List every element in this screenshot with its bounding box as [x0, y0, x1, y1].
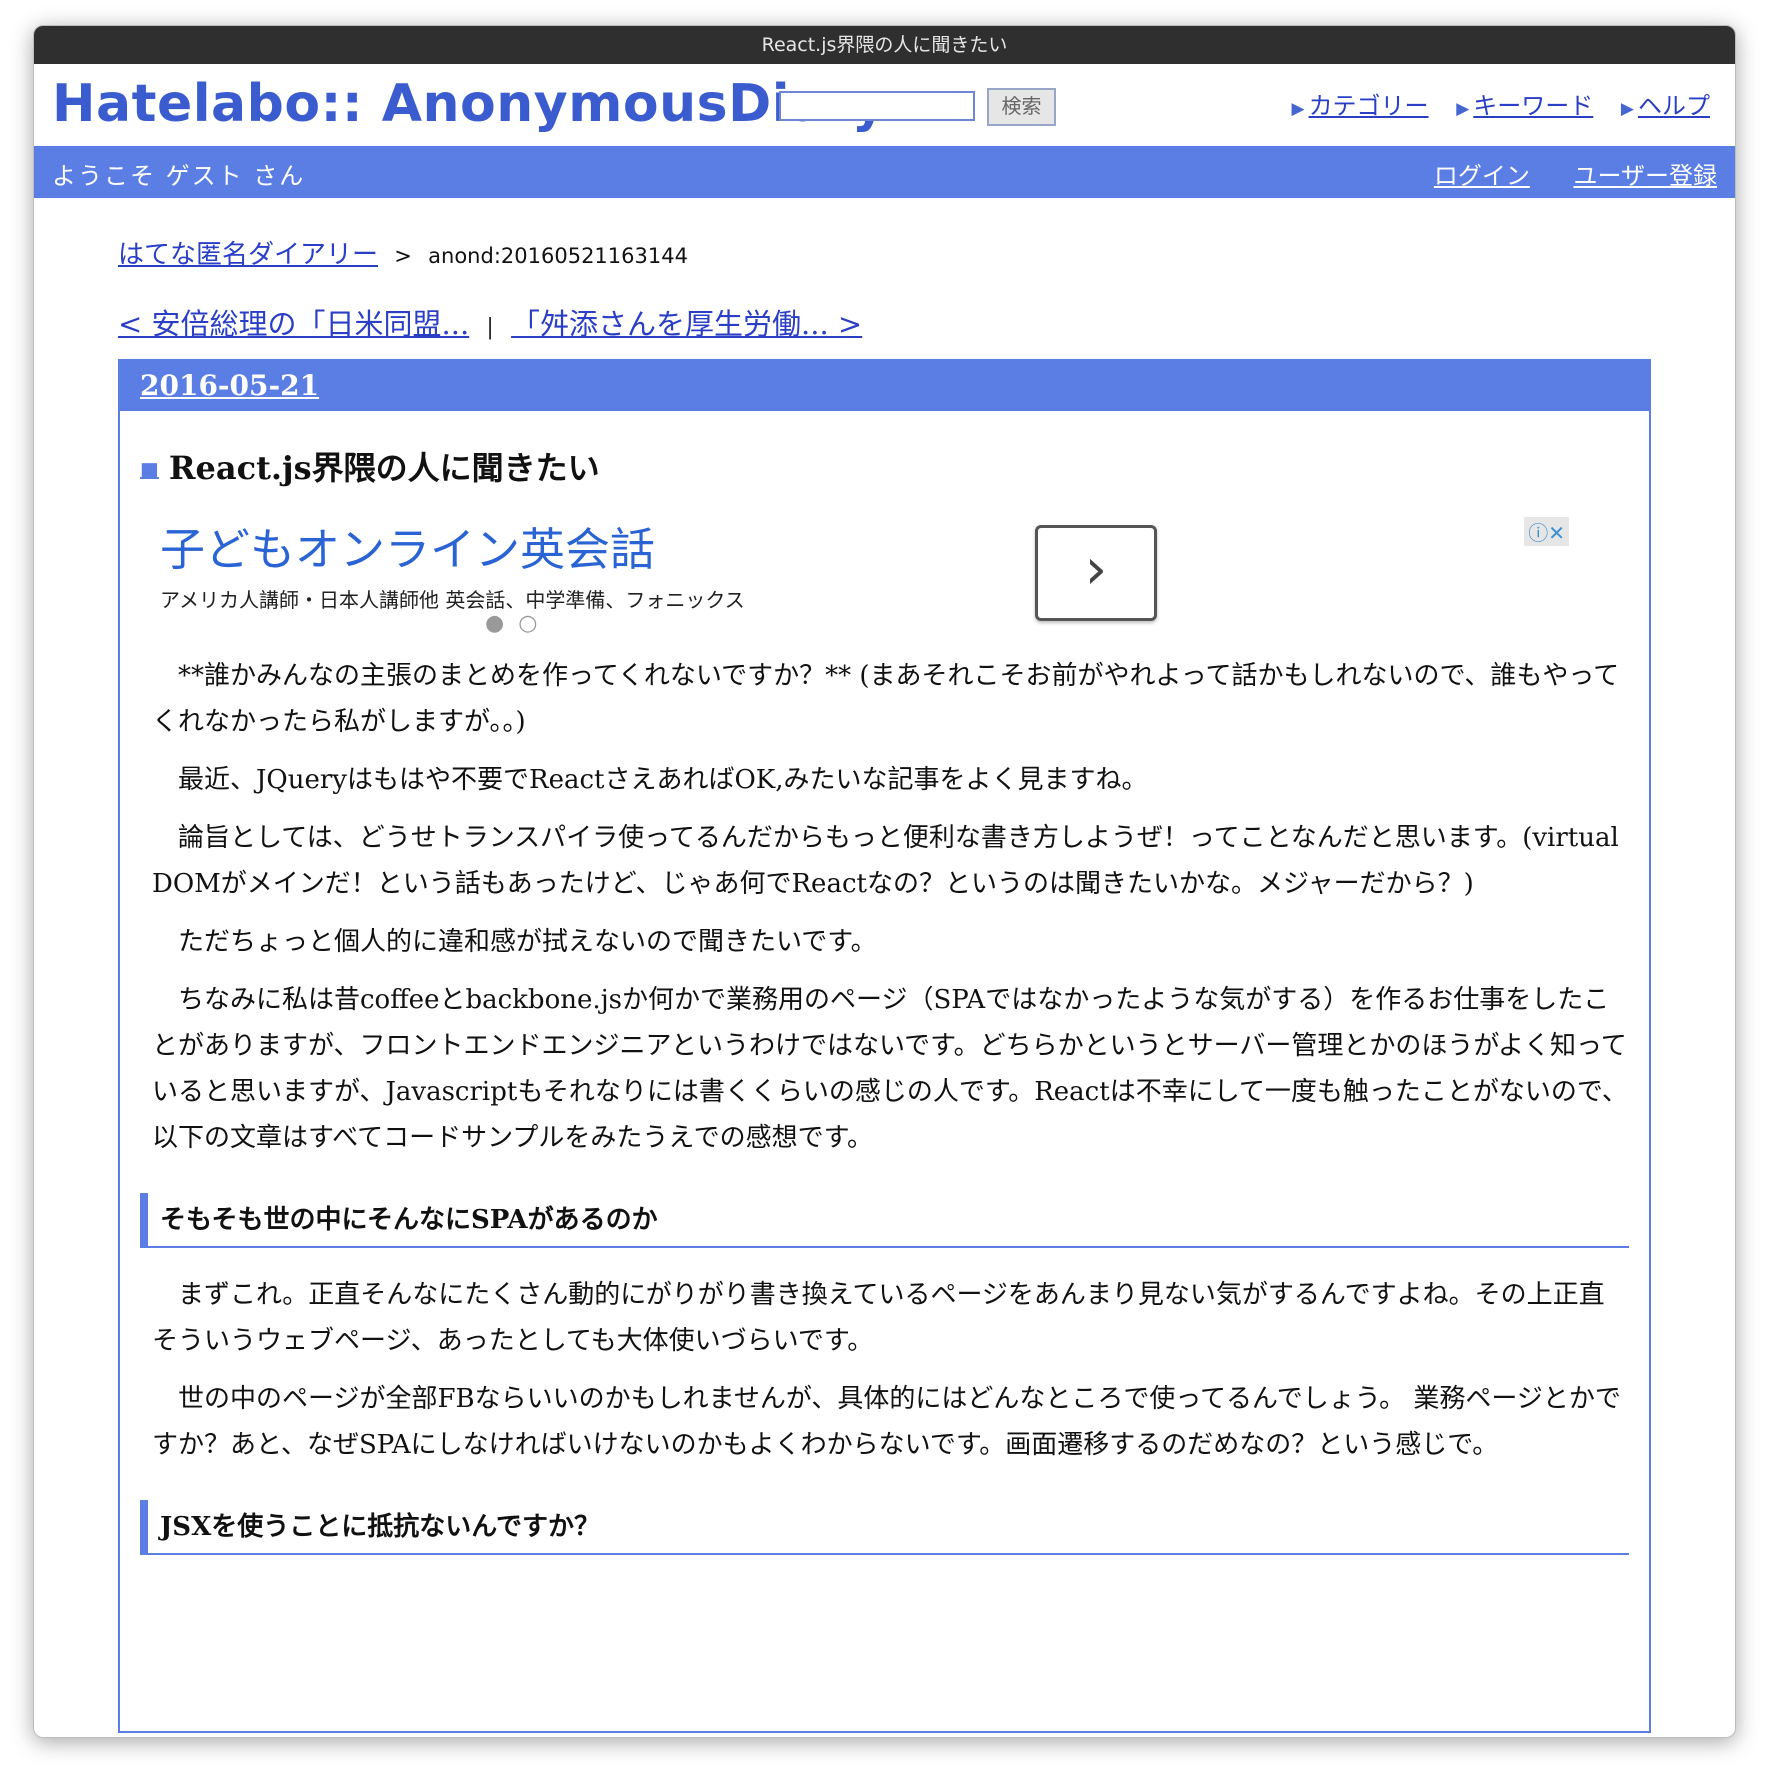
entry-title: ■ React.js界隈の人に聞きたい [140, 443, 1649, 489]
paragraph: **誰かみんなの主張のまとめを作ってくれないですか？** (まあそれこそお前がや… [152, 661, 1620, 737]
prev-entry-link[interactable]: < 安倍総理の「日米同盟... [118, 307, 469, 341]
main-content: はてな匿名ダイアリー > anond:20160521163144 < 安倍総理… [118, 198, 1651, 1733]
arrow-icon: ▶ [1291, 99, 1305, 119]
breadcrumb-current: anond:20160521163144 [428, 244, 688, 268]
site-logo[interactable]: Hatelabo:: AnonymousDiary [52, 74, 886, 134]
paragraph: 論旨としては、どうせトランスパイラ使ってるんだからもっと便利な書き方しようぜ！っ… [152, 823, 1619, 899]
next-entry-link[interactable]: 「舛添さんを厚生労働... > [511, 307, 862, 341]
paragraph: 世の中のページが全部FBならいいのかもしれませんが、具体的にはどんなところで使っ… [152, 1384, 1621, 1460]
browser-window: React.js界隈の人に聞きたい Hatelabo:: AnonymousDi… [33, 25, 1736, 1738]
day-header: 2016-05-21 [120, 361, 1649, 411]
arrow-icon: ▶ [1456, 99, 1470, 119]
paragraph: 最近、JQueryはもはや不要でReactさえあればOK,みたいな記事をよく見ま… [178, 765, 1148, 795]
nav-link-help[interactable]: ヘルプ [1638, 92, 1710, 120]
breadcrumb: はてな匿名ダイアリー > anond:20160521163144 [118, 234, 1651, 271]
breadcrumb-separator: > [394, 244, 412, 268]
ad-title[interactable]: 子どもオンライン英会話 [160, 513, 1649, 578]
date-link[interactable]: 2016-05-21 [140, 369, 319, 402]
site-header: Hatelabo:: AnonymousDiary 検索 ▶ カテゴリー ▶ キーワ… [34, 64, 1735, 146]
chevron-right-icon: › [1084, 537, 1108, 602]
register-link[interactable]: ユーザー登録 [1573, 162, 1717, 190]
ad-info-close-icon[interactable]: ⓘ✕ [1524, 517, 1569, 546]
paragraph: ただちょっと個人的に違和感が拭えないので聞きたいです。 [178, 927, 877, 957]
square-icon[interactable]: ■ [140, 457, 159, 481]
ad-subtitle: アメリカ人講師・日本人講師他 英会話、中学準備、フォニックス [160, 588, 745, 612]
nav-link-keyword[interactable]: キーワード [1473, 92, 1593, 120]
section-body: まずこれ。正直そんなにたくさん動的にがりがり書き換えているページをあんまり見ない… [152, 1272, 1629, 1468]
breadcrumb-home-link[interactable]: はてな匿名ダイアリー [118, 240, 378, 270]
arrow-icon: ▶ [1620, 99, 1634, 119]
entry-body: **誰かみんなの主張のまとめを作ってくれないですか？** (まあそれこそお前がや… [152, 653, 1629, 1161]
auth-links: ログイン ユーザー登録 [1398, 156, 1717, 191]
paragraph: ちなみに私は昔coffeeとbackbone.jsか何かで業務用のページ（SPA… [152, 985, 1628, 1153]
pager-divider: | [486, 315, 494, 340]
entry-title-text: React.js界隈の人に聞きたい [168, 449, 600, 487]
search-input[interactable] [779, 91, 975, 121]
section-heading: JSXを使うことに抵抗ないんですか？ [140, 1500, 1629, 1555]
section-heading: そもそも世の中にそんなにSPAがあるのか [140, 1193, 1629, 1248]
user-bar: ようこそ ゲスト さん ログイン ユーザー登録 [34, 146, 1735, 198]
ad-next-button[interactable]: › [1035, 525, 1157, 621]
paragraph: まずこれ。正直そんなにたくさん動的にがりがり書き換えているページをあんまり見ない… [152, 1280, 1605, 1356]
welcome-text: ようこそ ゲスト さん [52, 162, 306, 190]
day-section: 2016-05-21 ■ React.js界隈の人に聞きたい 子どもオンライン英会… [118, 359, 1651, 1733]
login-link[interactable]: ログイン [1434, 162, 1530, 190]
header-nav: ▶ カテゴリー ▶ キーワード ▶ ヘルプ [1291, 86, 1710, 121]
search-button[interactable]: 検索 [987, 88, 1056, 126]
ad-carousel-dots[interactable]: ●○ [485, 611, 551, 636]
entry-pager: < 安倍総理の「日米同盟... | 「舛添さんを厚生労働... > [118, 301, 1651, 343]
nav-link-category[interactable]: カテゴリー [1309, 92, 1429, 120]
ad-banner[interactable]: 子どもオンライン英会話 アメリカ人講師・日本人講師他 英会話、中学準備、フォニッ… [160, 513, 1649, 653]
window-title: React.js界隈の人に聞きたい [34, 26, 1735, 64]
